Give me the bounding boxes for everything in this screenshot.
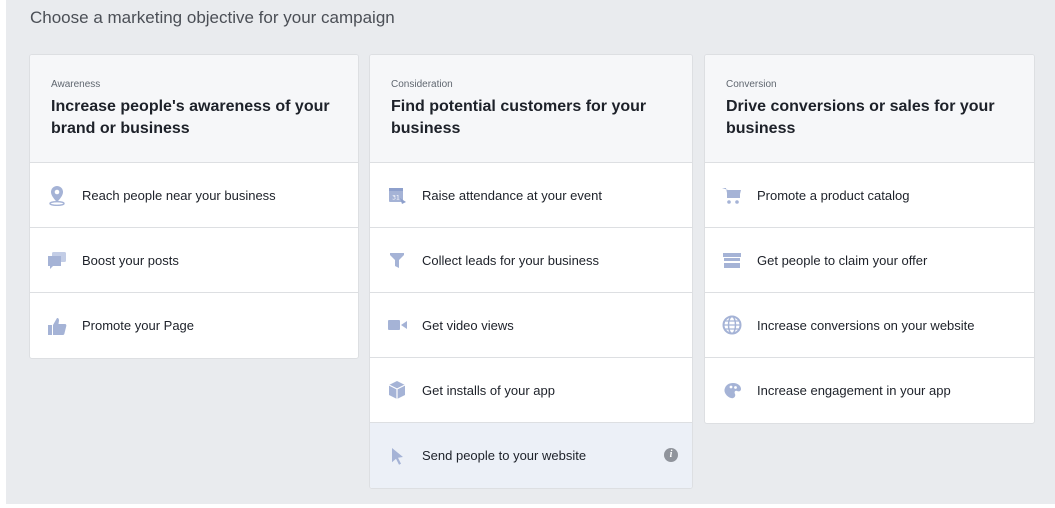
item-label: Collect leads for your business	[422, 252, 600, 268]
app-box-icon	[386, 379, 408, 401]
card-title: Increase people's awareness of your bran…	[51, 98, 330, 137]
shopping-cart-icon	[721, 184, 743, 206]
card-header: Conversion Drive conversions or sales fo…	[705, 55, 1034, 163]
item-label: Get installs of your app	[422, 382, 555, 398]
chat-bubbles-icon	[46, 249, 68, 271]
item-label: Get video views	[422, 317, 514, 333]
item-label: Promote a product catalog	[757, 187, 910, 203]
item-label: Send people to your website	[422, 448, 587, 463]
item-label: Increase engagement in your app	[757, 383, 951, 398]
thumbs-up-icon	[46, 315, 68, 337]
item-label: Get people to claim your offer	[757, 252, 928, 268]
objective-video-views[interactable]: Get video views	[370, 293, 692, 358]
card-title: Drive conversions or sales for your busi…	[726, 98, 995, 137]
funnel-icon	[386, 249, 408, 271]
storefront-icon	[721, 249, 743, 271]
video-camera-icon	[386, 314, 408, 336]
objective-product-catalog[interactable]: Promote a product catalog	[705, 163, 1034, 228]
card-header: Consideration Find potential customers f…	[370, 55, 692, 163]
map-pin-icon	[46, 184, 68, 206]
objective-website-clicks[interactable]: Send people to your website i	[370, 423, 692, 488]
objective-card-consideration: Consideration Find potential customers f…	[369, 54, 693, 489]
card-title: Find potential customers for your busine…	[391, 98, 647, 137]
palette-icon	[721, 380, 743, 402]
item-label: Boost your posts	[82, 252, 179, 268]
svg-text:31: 31	[392, 195, 400, 202]
card-category: Consideration	[391, 79, 453, 90]
objective-card-conversion: Conversion Drive conversions or sales fo…	[704, 54, 1035, 424]
card-header: Awareness Increase people's awareness of…	[30, 55, 358, 163]
objective-app-engagement[interactable]: Increase engagement in your app	[705, 358, 1034, 423]
calendar-icon: 31	[386, 184, 408, 206]
objective-card-awareness: Awareness Increase people's awareness of…	[29, 54, 359, 359]
objective-website-conversions[interactable]: Increase conversions on your website	[705, 293, 1034, 358]
objective-event-responses[interactable]: 31 Raise attendance at your event	[370, 163, 692, 228]
item-label: Increase conversions on your website	[757, 317, 975, 333]
objective-reach[interactable]: Reach people near your business	[30, 163, 358, 228]
objective-offer-claims[interactable]: Get people to claim your offer	[705, 228, 1034, 293]
info-icon[interactable]: i	[664, 448, 678, 462]
page-heading: Choose a marketing objective for your ca…	[30, 8, 395, 27]
card-category: Awareness	[51, 79, 101, 90]
item-label: Raise attendance at your event	[422, 187, 602, 203]
objective-boost-posts[interactable]: Boost your posts	[30, 228, 358, 293]
objective-lead-generation[interactable]: Collect leads for your business	[370, 228, 692, 293]
item-label: Promote your Page	[82, 318, 195, 333]
cursor-icon	[386, 445, 408, 467]
card-category: Conversion	[726, 79, 777, 90]
globe-icon	[721, 314, 743, 336]
objective-promote-page[interactable]: Promote your Page	[30, 293, 358, 358]
objective-app-installs[interactable]: Get installs of your app	[370, 358, 692, 423]
item-label: Reach people near your business	[82, 187, 276, 203]
